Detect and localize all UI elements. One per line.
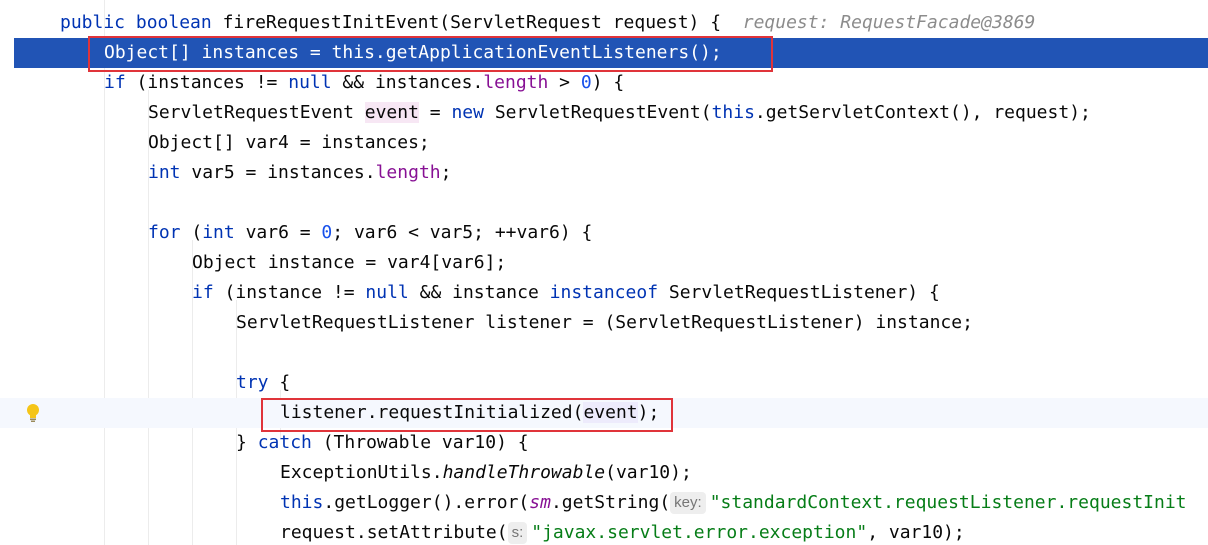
code-token: fireRequestInitEvent(ServletRequest requ… (222, 12, 743, 33)
code-token: ; (440, 162, 452, 183)
code-token: try (236, 372, 280, 393)
code-token: event (583, 402, 638, 423)
code-token: (Throwable var10) { (322, 432, 529, 453)
code-text: ServletRequestListener listener = (Servl… (236, 308, 973, 338)
code-token: = (418, 102, 452, 123)
code-token: 0 (321, 222, 333, 243)
code-token: (var10); (605, 462, 692, 483)
code-token: (instance != (224, 282, 366, 303)
code-token: int (148, 162, 192, 183)
code-token: null (365, 282, 409, 303)
code-text: try { (236, 368, 290, 398)
code-editor[interactable]: public boolean fireRequestInitEvent(Serv… (0, 0, 1208, 545)
code-text: this.getLogger().error(sm.getString(key:… (280, 488, 1187, 518)
code-line[interactable]: ServletRequestListener listener = (Servl… (0, 308, 1208, 338)
code-token: length (375, 162, 441, 183)
code-token: && instance (408, 282, 550, 303)
code-text: Object instance = var4[var6]; (192, 248, 506, 278)
code-token: this (711, 102, 755, 123)
parameter-hint: s: (507, 522, 528, 544)
code-token: for (148, 222, 192, 243)
code-text: listener.requestInitialized(event); (280, 398, 659, 428)
code-token: Object instance = var4[var6]; (192, 252, 507, 273)
code-token: length (483, 72, 549, 93)
code-line[interactable]: int var5 = instances.length; (0, 158, 1208, 188)
code-token: boolean (135, 12, 223, 33)
code-text: if (instance != null && instance instanc… (192, 278, 940, 308)
code-token: "javax.servlet.error.exception" (531, 522, 868, 543)
code-text: for (int var6 = 0; var6 < var5; ++var6) … (148, 218, 592, 248)
parameter-hint: key: (670, 492, 706, 514)
lightbulb-icon[interactable] (26, 403, 40, 423)
code-token: , var10); (867, 522, 965, 543)
code-text: ExceptionUtils.handleThrowable(var10); (280, 458, 692, 488)
code-token: handleThrowable (442, 462, 606, 483)
code-token: ServletRequestEvent( (494, 102, 712, 123)
code-token: ; var6 < var5; ++var6) { (332, 222, 593, 243)
code-line[interactable] (0, 338, 1208, 368)
code-token: ServletRequestEvent (148, 102, 365, 123)
code-token: new (451, 102, 495, 123)
code-token: sm (529, 492, 551, 513)
code-line[interactable]: Object[] var4 = instances; (0, 128, 1208, 158)
code-text: public boolean fireRequestInitEvent(Serv… (60, 8, 1035, 38)
code-line[interactable]: for (int var6 = 0; var6 < var5; ++var6) … (0, 218, 1208, 248)
code-token: ) { (591, 72, 625, 93)
code-token: if (104, 72, 137, 93)
debug-value-hint: request: RequestFacade@3869 (742, 12, 1036, 33)
code-text: int var5 = instances.length; (148, 158, 451, 188)
code-token: > (548, 72, 581, 93)
code-line[interactable] (0, 188, 1208, 218)
code-token: } (236, 432, 258, 453)
code-token: Object[] instances = this.getApplication… (104, 42, 722, 63)
code-line[interactable]: if (instances != null && instances.lengt… (0, 68, 1208, 98)
code-token: ); (637, 402, 660, 423)
code-token: catch (257, 432, 323, 453)
code-token: null (288, 72, 332, 93)
code-token: .getServletContext(), request); (754, 102, 1091, 123)
code-token: int (202, 222, 246, 243)
code-token: this (280, 492, 324, 513)
code-line[interactable]: public boolean fireRequestInitEvent(Serv… (0, 8, 1208, 38)
code-line[interactable]: Object instance = var4[var6]; (0, 248, 1208, 278)
code-token: "standardContext.requestListener.request… (709, 492, 1187, 513)
code-line[interactable]: ServletRequestEvent event = new ServletR… (0, 98, 1208, 128)
code-token: request.setAttribute( (280, 522, 508, 543)
code-token: if (192, 282, 225, 303)
code-line[interactable]: this.getLogger().error(sm.getString(key:… (0, 488, 1208, 518)
code-text: ServletRequestEvent event = new ServletR… (148, 98, 1091, 128)
code-token: (instances != (136, 72, 289, 93)
code-token: event (364, 102, 419, 123)
code-token: ServletRequestListener listener = (Servl… (236, 312, 973, 333)
code-token: 0 (580, 72, 592, 93)
code-token: .getLogger().error( (323, 492, 530, 513)
code-token: public (60, 12, 136, 33)
code-text: } catch (Throwable var10) { (236, 428, 529, 458)
code-token: { (279, 372, 291, 393)
code-line[interactable]: try { (0, 368, 1208, 398)
code-text: request.setAttribute(s: "javax.servlet.er… (280, 518, 965, 545)
code-text: Object[] var4 = instances; (148, 128, 430, 158)
code-token: && instances. (331, 72, 484, 93)
code-line[interactable]: request.setAttribute(s: "javax.servlet.er… (0, 518, 1208, 545)
code-token: listener.requestInitialized( (280, 402, 584, 423)
code-line[interactable]: ExceptionUtils.handleThrowable(var10); (0, 458, 1208, 488)
code-token: .getString( (550, 492, 671, 513)
code-line[interactable]: } catch (Throwable var10) { (0, 428, 1208, 458)
code-token: instanceof (549, 282, 669, 303)
execution-point-line[interactable]: Object[] instances = this.getApplication… (14, 38, 1208, 68)
code-token: ( (191, 222, 203, 243)
caret-line[interactable]: listener.requestInitialized(event); (0, 398, 1208, 428)
code-token: var6 = (245, 222, 322, 243)
code-token: Object[] var4 = instances; (148, 132, 430, 153)
code-token: var5 = instances. (191, 162, 376, 183)
code-text: Object[] instances = this.getApplication… (104, 38, 722, 68)
code-text: if (instances != null && instances.lengt… (104, 68, 624, 98)
code-token: ServletRequestListener) { (668, 282, 940, 303)
code-token: ExceptionUtils. (280, 462, 443, 483)
code-line[interactable]: if (instance != null && instance instanc… (0, 278, 1208, 308)
